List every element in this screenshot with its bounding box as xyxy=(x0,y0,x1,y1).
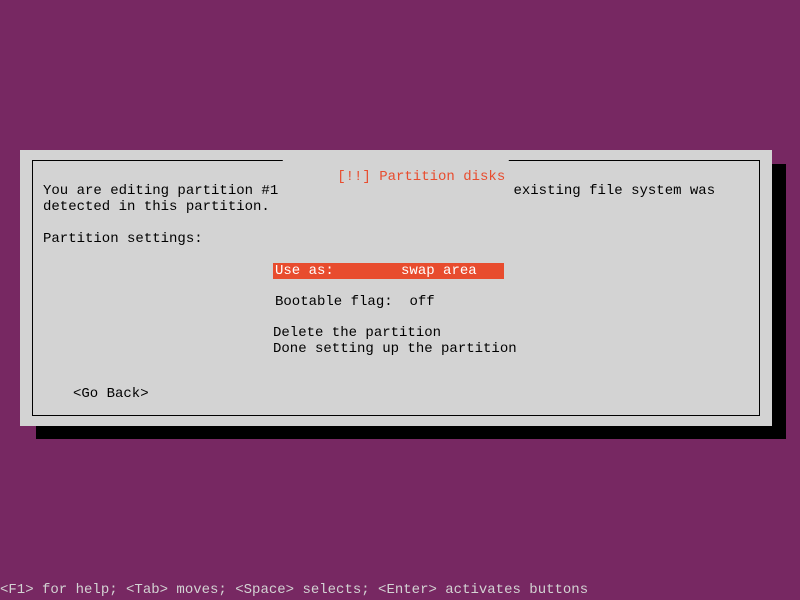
help-footer: <F1> for help; <Tab> moves; <Space> sele… xyxy=(0,582,588,598)
settings-list: Use as: swap area Bootable flag: off Del… xyxy=(273,263,749,357)
setting-use-as-label: Use as: xyxy=(275,263,334,279)
dialog-frame: [!!] Partition disks You are editing par… xyxy=(32,160,760,416)
setting-bootable-flag[interactable]: Bootable flag: off xyxy=(273,294,749,310)
spacer xyxy=(273,279,749,294)
setting-bootable-value: off xyxy=(409,294,434,310)
action-delete-partition[interactable]: Delete the partition xyxy=(273,325,749,341)
spacer xyxy=(273,310,749,325)
partition-dialog: [!!] Partition disks You are editing par… xyxy=(20,150,772,426)
setting-use-as-value: swap area xyxy=(401,263,477,279)
action-done-setting-up[interactable]: Done setting up the partition xyxy=(273,341,749,357)
setting-use-as[interactable]: Use as: swap area xyxy=(273,263,749,279)
dialog-title-text: [!!] Partition disks xyxy=(337,169,505,185)
settings-section-label: Partition settings: xyxy=(43,231,749,247)
go-back-button[interactable]: <Go Back> xyxy=(73,386,149,402)
dialog-title: [!!] Partition disks xyxy=(283,153,509,201)
setting-bootable-label: Bootable flag: xyxy=(275,294,393,310)
